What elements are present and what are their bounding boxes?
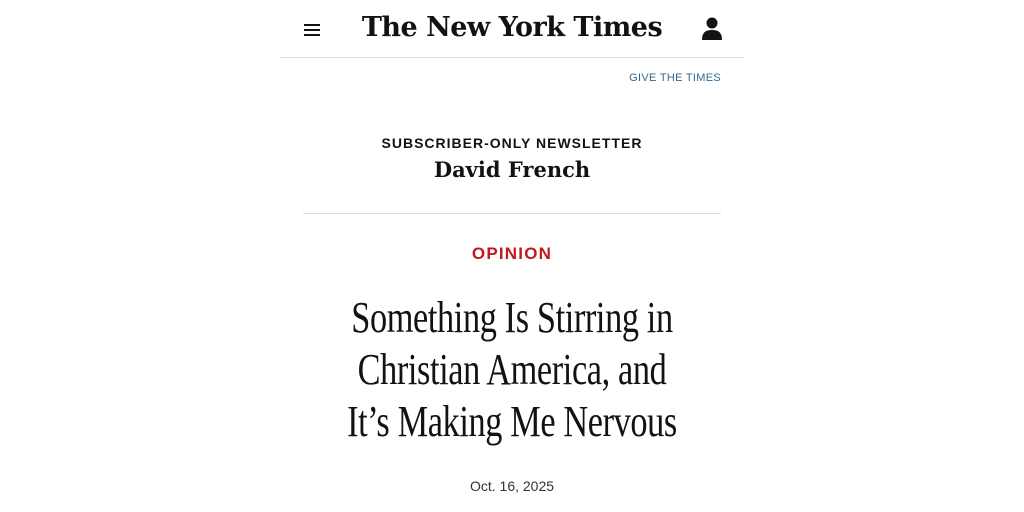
headline-line: Christian America, and [357,345,667,394]
headline-line: It’s Making Me Nervous [347,397,677,446]
article-page: The New York Times GIVE THE TIMES SUBSCR… [280,0,744,512]
article-date: Oct. 16, 2025 [469,478,555,494]
newsletter-kicker: SUBSCRIBER-ONLY NEWSLETTER [381,135,643,151]
top-navigation-bar: The New York Times [280,0,744,58]
nyt-logo[interactable]: The New York Times [280,12,744,43]
headline-line: Something Is Stirring in [351,293,673,342]
give-the-times-link[interactable]: GIVE THE TIMES [629,72,721,84]
user-account-icon[interactable] [700,16,724,42]
section-label-opinion[interactable]: OPINION [280,244,744,264]
newsletter-author[interactable]: David French [280,157,744,182]
section-divider [303,213,721,214]
article-headline: Something Is Stirring in Christian Ameri… [331,292,693,448]
